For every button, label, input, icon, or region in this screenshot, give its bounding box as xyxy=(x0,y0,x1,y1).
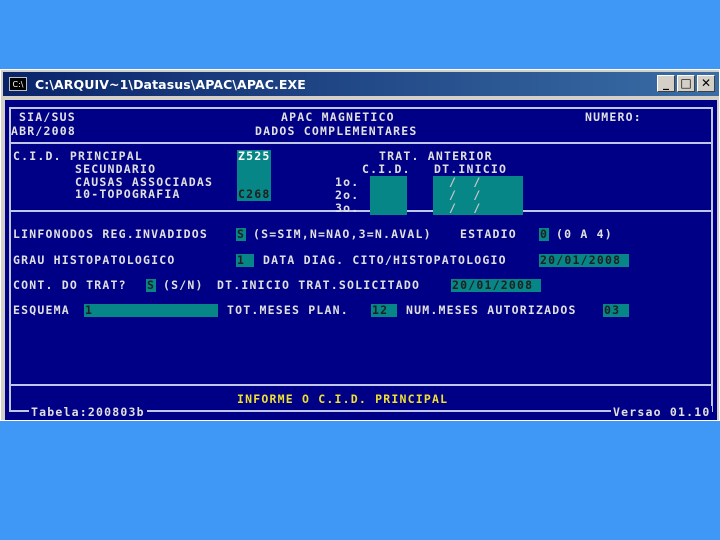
title-bar[interactable]: C:\ C:\ARQUIV~1\Datasus\APAC\APAC.EXE _ … xyxy=(3,72,719,96)
cont-trat-hint: (S/N) xyxy=(163,278,204,292)
cid-divider xyxy=(9,210,713,212)
trat-row-3-date: / / xyxy=(449,201,482,215)
versao-label: Versao 01.10 xyxy=(611,405,713,419)
dt-inicio-label: DT.INICIO TRAT.SOLICITADO xyxy=(217,278,421,292)
frame-left-line xyxy=(9,107,11,412)
trat-row-3-label: 3o. xyxy=(335,201,360,215)
header-divider xyxy=(9,142,713,144)
data-diag-field[interactable]: 20/01/2008 xyxy=(539,254,629,267)
topografia-label: 10-TOPOGRAFIA xyxy=(75,187,181,201)
frame-top-line xyxy=(9,107,713,109)
data-diag-label: DATA DIAG. CITO/HISTOPATOLOGIO xyxy=(263,253,507,267)
trat-cid-field[interactable] xyxy=(370,176,407,215)
period-label: ABR/2008 xyxy=(11,124,76,138)
estadio-label: ESTADIO xyxy=(460,227,517,241)
dt-inicio-field[interactable]: 20/01/2008 xyxy=(451,279,541,292)
num-meses-label: NUM.MESES AUTORIZADOS xyxy=(406,303,577,317)
linfonodos-hint: (S=SIM,N=NAO,3=N.AVAL) xyxy=(253,227,432,241)
console-window: C:\ C:\ARQUIV~1\Datasus\APAC\APAC.EXE _ … xyxy=(0,69,720,421)
num-meses-field[interactable]: 03 xyxy=(603,304,629,317)
esquema-label: ESQUEMA xyxy=(13,303,70,317)
tot-meses-field[interactable]: 12 xyxy=(371,304,397,317)
cid-principal-field[interactable]: Z525 xyxy=(237,150,271,163)
section-title: DADOS COMPLEMENTARES xyxy=(255,124,418,138)
maximize-button[interactable]: □ xyxy=(677,75,695,92)
cont-trat-field[interactable]: S xyxy=(146,279,156,292)
status-divider xyxy=(9,384,713,386)
window-title: C:\ARQUIV~1\Datasus\APAC\APAC.EXE xyxy=(35,76,306,92)
cont-trat-label: CONT. DO TRAT? xyxy=(13,278,127,292)
app-title: APAC MAGNETICO xyxy=(281,110,395,124)
esquema-field[interactable]: 1 xyxy=(84,304,218,317)
estadio-hint: (0 A 4) xyxy=(556,227,613,241)
numero-label: NUMERO: xyxy=(585,110,642,124)
trat-cid-header: C.I.D. xyxy=(362,162,411,176)
grau-field[interactable]: 1 xyxy=(236,254,254,267)
close-button[interactable]: ✕ xyxy=(697,75,715,92)
estadio-field[interactable]: 0 xyxy=(539,228,549,241)
tabela-label: Tabela:200803b xyxy=(29,405,147,419)
linfonodos-label: LINFONODOS REG.INVADIDOS xyxy=(13,227,208,241)
frame-right-line xyxy=(711,107,713,412)
linfonodos-field[interactable]: S xyxy=(236,228,246,241)
console-screen[interactable]: SIA/SUS ABR/2008 APAC MAGNETICO DADOS CO… xyxy=(5,100,717,420)
grau-label: GRAU HISTOPATOLOGICO xyxy=(13,253,176,267)
window-controls: _ □ ✕ xyxy=(657,75,715,92)
topografia-field[interactable]: C268 xyxy=(237,188,271,201)
console-icon[interactable]: C:\ xyxy=(9,77,27,91)
tot-meses-label: TOT.MESES PLAN. xyxy=(227,303,349,317)
cid-secundario-field[interactable] xyxy=(237,163,271,188)
status-message: INFORME O C.I.D. PRINCIPAL xyxy=(237,392,449,406)
system-label: SIA/SUS xyxy=(19,110,76,124)
minimize-button[interactable]: _ xyxy=(657,75,675,92)
